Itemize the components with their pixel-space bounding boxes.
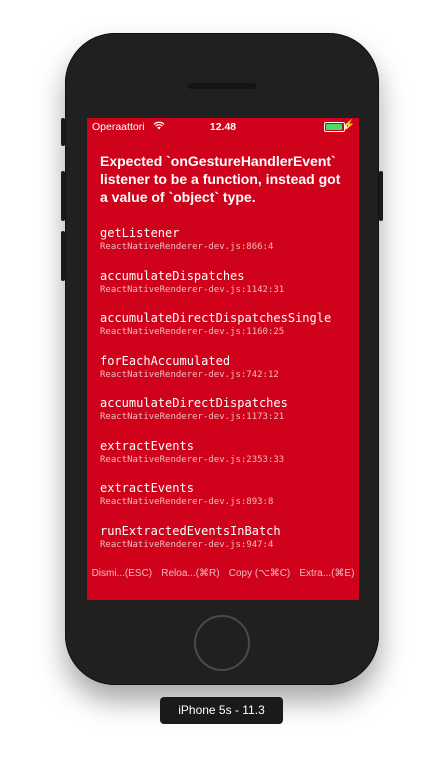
device-label: iPhone 5s - 11.3 <box>160 697 283 724</box>
redbox-error-screen: Operaattori 12.48 ⚡ Expected `onGestureH… <box>87 118 359 600</box>
status-time: 12.48 <box>209 121 237 133</box>
stack-frame-method: accumulateDirectDispatches <box>100 396 288 410</box>
mute-switch <box>61 118 65 146</box>
stack-frame[interactable]: extractEvents ReactNativeRenderer-dev.js… <box>100 481 350 524</box>
stack-frame-file: ReactNativeRenderer-dev.js:742:12 <box>100 369 279 380</box>
stack-frame-method: extractEvents <box>100 438 194 453</box>
home-button[interactable] <box>194 615 250 671</box>
earpiece <box>188 83 256 89</box>
extra-button[interactable]: Extra...(⌘E) <box>299 568 354 579</box>
volume-down-button <box>61 231 65 281</box>
iphone-device-frame: Operaattori 12.48 ⚡ Expected `onGestureH… <box>61 33 383 685</box>
stack-frame-method: forEachAccumulated <box>100 353 231 368</box>
stack-frame-file: ReactNativeRenderer-dev.js:1173:21 <box>100 412 285 422</box>
stack-frame[interactable]: getListener ReactNativeRenderer-dev.js:8… <box>100 226 350 269</box>
power-button <box>379 171 383 221</box>
stack-frame-file: ReactNativeRenderer-dev.js:2353:33 <box>100 454 285 465</box>
stack-frame-method: accumulateDirectDispatchesSingle <box>100 311 332 325</box>
redbox-toolbar: Dismi...(ESC) Reloa...(⌘R) Copy (⌥⌘C) Ex… <box>87 568 359 579</box>
stack-frame[interactable]: accumulateDirectDispatchesSingle ReactNa… <box>100 311 350 354</box>
status-bar: Operaattori 12.48 ⚡ <box>87 118 359 136</box>
stack-frame[interactable]: extractEvents ReactNativeRenderer-dev.js… <box>100 439 350 482</box>
stack-frame-file: ReactNativeRenderer-dev.js:893:8 <box>100 497 274 507</box>
stack-frame[interactable]: runExtractedEventsInBatch ReactNativeRen… <box>100 524 350 567</box>
dismiss-button[interactable]: Dismi...(ESC) <box>92 568 153 579</box>
stack-frame-method: getListener <box>100 226 180 240</box>
charging-icon: ⚡ <box>342 120 355 131</box>
stack-frame-method: runExtractedEventsInBatch <box>100 523 281 538</box>
reload-button[interactable]: Reloa...(⌘R) <box>161 568 219 579</box>
stack-frame-method: accumulateDispatches <box>100 268 245 283</box>
stack-frame[interactable]: accumulateDispatches ReactNativeRenderer… <box>100 269 350 312</box>
stack-frame-file: ReactNativeRenderer-dev.js:1160:25 <box>100 327 285 337</box>
stack-frame[interactable]: accumulateDirectDispatches ReactNativeRe… <box>100 396 350 439</box>
error-message: Expected `onGestureHandlerEvent` listene… <box>100 153 341 205</box>
stack-frame-file: ReactNativeRenderer-dev.js:1142:31 <box>100 284 285 295</box>
stack-frame-method: extractEvents <box>100 481 194 495</box>
stack-frame-file: ReactNativeRenderer-dev.js:866:4 <box>100 242 274 252</box>
volume-up-button <box>61 171 65 221</box>
stack-frame-file: ReactNativeRenderer-dev.js:947:4 <box>100 539 274 550</box>
stack-trace: getListener ReactNativeRenderer-dev.js:8… <box>100 226 350 566</box>
stack-frame[interactable]: forEachAccumulated ReactNativeRenderer-d… <box>100 354 350 397</box>
copy-button[interactable]: Copy (⌥⌘C) <box>229 568 291 579</box>
